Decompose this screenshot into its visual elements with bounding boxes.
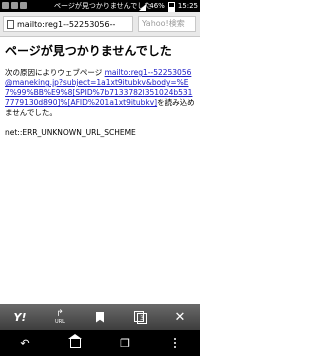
menu-button[interactable] [164, 334, 186, 352]
battery-percent: 46% [149, 2, 165, 10]
notification-icon [11, 2, 18, 9]
status-title: ページが見つかりませんでした [54, 2, 152, 10]
back-button[interactable]: ↶ [14, 334, 36, 352]
notification-icons [2, 0, 27, 9]
search-input[interactable]: Yahoo!検索 [138, 16, 196, 32]
address-bar: mailto:reg1--52253056-- Yahoo!検索 [0, 12, 200, 37]
recent-apps-icon: ❐ [120, 336, 130, 350]
url-share-button[interactable]: ↱ URL [46, 306, 74, 328]
clock: 15:25 [177, 2, 198, 10]
signal-icon [139, 3, 147, 11]
browser-toolbar: Y! ↱ URL 3 ✕ [0, 304, 200, 330]
recent-apps-button[interactable]: ❐ [114, 334, 136, 352]
home-icon [67, 333, 82, 348]
close-button[interactable]: ✕ [166, 306, 194, 328]
reason-prefix: 次の原因によりウェブページ [5, 68, 103, 77]
tabs-icon: 3 [134, 310, 147, 324]
bookmark-icon [96, 311, 104, 323]
status-bar: ページが見つかりませんでした 46% 15:25 [0, 0, 200, 12]
url-text[interactable]: mailto:reg1--52253056-- [17, 20, 115, 29]
notification-icon [20, 2, 27, 9]
page-title: ページが見つかりませんでした [5, 44, 172, 58]
home-button[interactable] [64, 333, 86, 352]
close-icon: ✕ [174, 309, 186, 325]
url-field[interactable]: mailto:reg1--52253056-- [3, 16, 133, 32]
bookmark-button[interactable] [86, 306, 114, 328]
tabs-button[interactable]: 3 [126, 306, 154, 328]
page-content: ページが見つかりませんでした 次の原因によりウェブページ mailto:reg1… [5, 42, 197, 137]
yahoo-button[interactable]: Y! [6, 306, 34, 328]
page-icon [7, 19, 14, 29]
back-icon: ↶ [20, 336, 30, 350]
battery-icon [167, 1, 175, 12]
error-code: net::ERR_UNKNOWN_URL_SCHEME [5, 128, 136, 137]
url-label: URL [55, 319, 65, 325]
system-nav-bar: ↶ ❐ [0, 330, 200, 356]
menu-icon [174, 338, 176, 348]
yahoo-icon: Y! [13, 310, 27, 324]
error-description: 次の原因によりウェブページ mailto:reg1--52253056@mane… [5, 68, 197, 118]
url-share-icon: ↱ [56, 309, 64, 319]
notification-icon [2, 2, 9, 9]
